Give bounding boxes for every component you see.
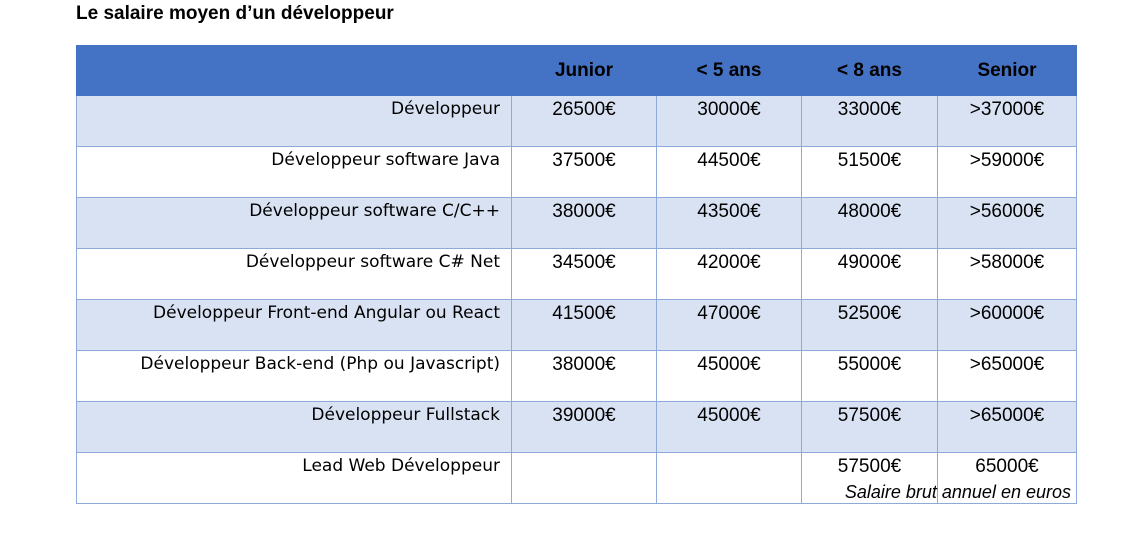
salary-cell: 48000€ — [801, 197, 938, 249]
header-cell-senior: Senior — [937, 45, 1077, 96]
salary-cell: 45000€ — [656, 401, 802, 453]
salary-cell: 57500€ — [801, 401, 938, 453]
role-cell: Développeur Fullstack — [76, 401, 512, 453]
table-row: Développeur 26500€ 30000€ 33000€ >37000€ — [76, 95, 1077, 147]
salary-cell: 45000€ — [656, 350, 802, 402]
role-cell: Développeur Front-end Angular ou React — [76, 299, 512, 351]
salary-cell: 51500€ — [801, 146, 938, 198]
role-cell: Développeur Back-end (Php ou Javascript) — [76, 350, 512, 402]
table-header-row: Junior < 5 ans < 8 ans Senior — [76, 45, 1077, 96]
salary-cell: 26500€ — [511, 95, 657, 147]
salary-cell: >56000€ — [937, 197, 1077, 249]
salary-cell: 43500€ — [656, 197, 802, 249]
salary-cell: 38000€ — [511, 197, 657, 249]
salary-cell: 47000€ — [656, 299, 802, 351]
salary-cell: >65000€ — [937, 350, 1077, 402]
salary-table: Junior < 5 ans < 8 ans Senior Développeu… — [76, 45, 1077, 504]
salary-cell: 34500€ — [511, 248, 657, 300]
table-row: Développeur software C# Net 34500€ 42000… — [76, 248, 1077, 300]
header-cell-junior: Junior — [511, 45, 657, 96]
role-cell: Lead Web Développeur — [76, 452, 512, 504]
table-row: Développeur software C/C++ 38000€ 43500€… — [76, 197, 1077, 249]
salary-cell: 49000€ — [801, 248, 938, 300]
salary-cell — [656, 452, 802, 504]
footnote: Salaire brut annuel en euros — [844, 482, 1071, 502]
salary-cell: 55000€ — [801, 350, 938, 402]
role-cell: Développeur — [76, 95, 512, 147]
table-row: Développeur Back-end (Php ou Javascript)… — [76, 350, 1077, 402]
salary-cell: >59000€ — [937, 146, 1077, 198]
salary-cell: 33000€ — [801, 95, 938, 147]
role-cell: Développeur software Java — [76, 146, 512, 198]
header-cell-under-8-years: < 8 ans — [801, 45, 938, 96]
table-row: Développeur Front-end Angular ou React 4… — [76, 299, 1077, 351]
role-cell: Développeur software C# Net — [76, 248, 512, 300]
salary-cell: >37000€ — [937, 95, 1077, 147]
salary-cell: 44500€ — [656, 146, 802, 198]
table-row: Développeur Fullstack 39000€ 45000€ 5750… — [76, 401, 1077, 453]
salary-cell: 41500€ — [511, 299, 657, 351]
salary-cell: >58000€ — [937, 248, 1077, 300]
role-cell: Développeur software C/C++ — [76, 197, 512, 249]
table-row: Développeur software Java 37500€ 44500€ … — [76, 146, 1077, 198]
document-title: Le salaire moyen d’un développeur — [76, 3, 394, 24]
salary-cell: 37500€ — [511, 146, 657, 198]
salary-cell: >60000€ — [937, 299, 1077, 351]
salary-cell: 38000€ — [511, 350, 657, 402]
salary-cell — [511, 452, 657, 504]
salary-cell: 52500€ — [801, 299, 938, 351]
header-cell-empty — [76, 45, 512, 96]
header-cell-under-5-years: < 5 ans — [656, 45, 802, 96]
salary-cell: 42000€ — [656, 248, 802, 300]
salary-cell: >65000€ — [937, 401, 1077, 453]
salary-cell: 30000€ — [656, 95, 802, 147]
salary-cell: 39000€ — [511, 401, 657, 453]
